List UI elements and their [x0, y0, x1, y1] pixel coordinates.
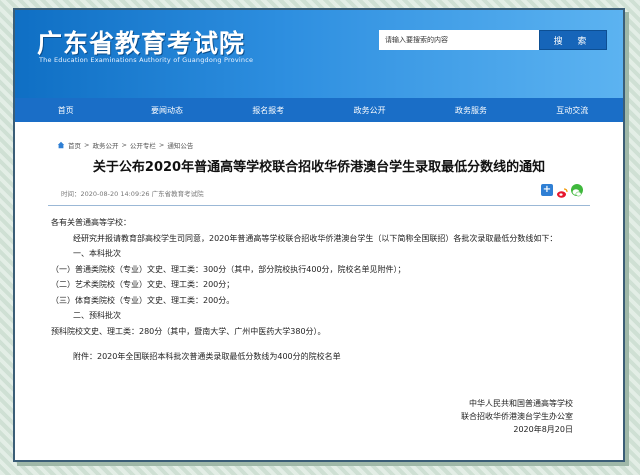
breadcrumb-separator: >: [84, 141, 90, 149]
nav-item-home[interactable]: 首页: [15, 98, 116, 122]
wechat-icon[interactable]: [571, 184, 583, 197]
breadcrumb-separator: >: [158, 141, 165, 149]
breadcrumb-separator: >: [121, 141, 127, 149]
article-title: 关于公布2020年普通高等学校联合招收华侨港澳台学生录取最低分数线的通知: [92, 160, 546, 175]
search-button[interactable]: 搜 索: [539, 30, 607, 50]
site-logo-subtitle: The Education Examinations Authority of …: [39, 56, 254, 64]
share-plus-icon[interactable]: +: [541, 184, 553, 196]
paragraph-item-general: （一）普通类院校（专业）文史、理工类：300分（其中，部分院校执行400分，院校…: [51, 264, 406, 274]
nav-item-registration[interactable]: 报名报考: [218, 98, 319, 122]
nav-item-government-affairs[interactable]: 政务公开: [319, 98, 420, 122]
site-logo-title[interactable]: 广东省教育考试院: [37, 24, 245, 60]
main-nav: 首页 要闻动态 报名报考 政务公开 政务服务 互动交流: [15, 98, 623, 122]
signature-block: 中华人民共和国普通高等学校 联合招收华侨港澳台学生办公室 2020年8月20日: [417, 397, 573, 436]
breadcrumb-government-affairs[interactable]: 政务公开: [92, 140, 118, 150]
paragraph-heading-preparatory: 二、预科批次: [73, 311, 121, 320]
paragraph-intro: 经研究并报请教育部高校学生司同意，2020年普通高等学校联合招收华侨港澳台学生（…: [73, 233, 558, 243]
attachment-link[interactable]: 附件：2020年全国联招本科批次普通类录取最低分数线为400分的院校名单: [51, 349, 601, 365]
breadcrumb-public-column[interactable]: 公开专栏: [130, 140, 156, 150]
signature-date: 2020年8月20日: [513, 425, 573, 434]
paragraph-item-art: （二）艺术类院校（专业）文史、理工类：200分；: [51, 280, 235, 289]
breadcrumb-notices[interactable]: 通知公告: [167, 140, 193, 150]
signature-line-2: 联合招收华侨港澳台学生办公室: [461, 412, 573, 421]
content-divider: [48, 205, 590, 206]
nav-item-services[interactable]: 政务服务: [420, 98, 521, 122]
weibo-icon[interactable]: [556, 184, 568, 198]
share-bar: +: [541, 184, 583, 198]
paragraph-item-sports: （三）体育类院校（专业）文史、理工类：200分。: [51, 295, 235, 305]
nav-item-interaction[interactable]: 互动交流: [522, 98, 623, 122]
article-body: 各有关普通高等学校： 经研究并报请教育部高校学生司同意，2020年普通高等学校联…: [51, 215, 601, 365]
article-meta: 时间：2020-08-20 14:09:26 广东省教育考试院: [61, 190, 204, 198]
paragraph-heading-undergrad: 一、本科批次: [73, 249, 121, 258]
breadcrumb: 首页 > 政务公开 > 公开专栏 > 通知公告: [57, 140, 193, 150]
nav-item-news[interactable]: 要闻动态: [116, 98, 217, 122]
search-input[interactable]: [379, 30, 553, 50]
webpage: 广东省教育考试院 The Education Examinations Auth…: [13, 8, 625, 462]
home-icon: [57, 141, 65, 149]
signature-line-1: 中华人民共和国普通高等学校: [469, 399, 573, 408]
paragraph-preparatory: 预科院校文史、理工类：280分（其中，暨南大学、广州中医药大学380分）。: [51, 326, 326, 336]
site-header: 广东省教育考试院 The Education Examinations Auth…: [15, 10, 623, 98]
breadcrumb-home[interactable]: 首页: [68, 140, 81, 150]
paragraph-salutation: 各有关普通高等学校：: [51, 218, 131, 227]
